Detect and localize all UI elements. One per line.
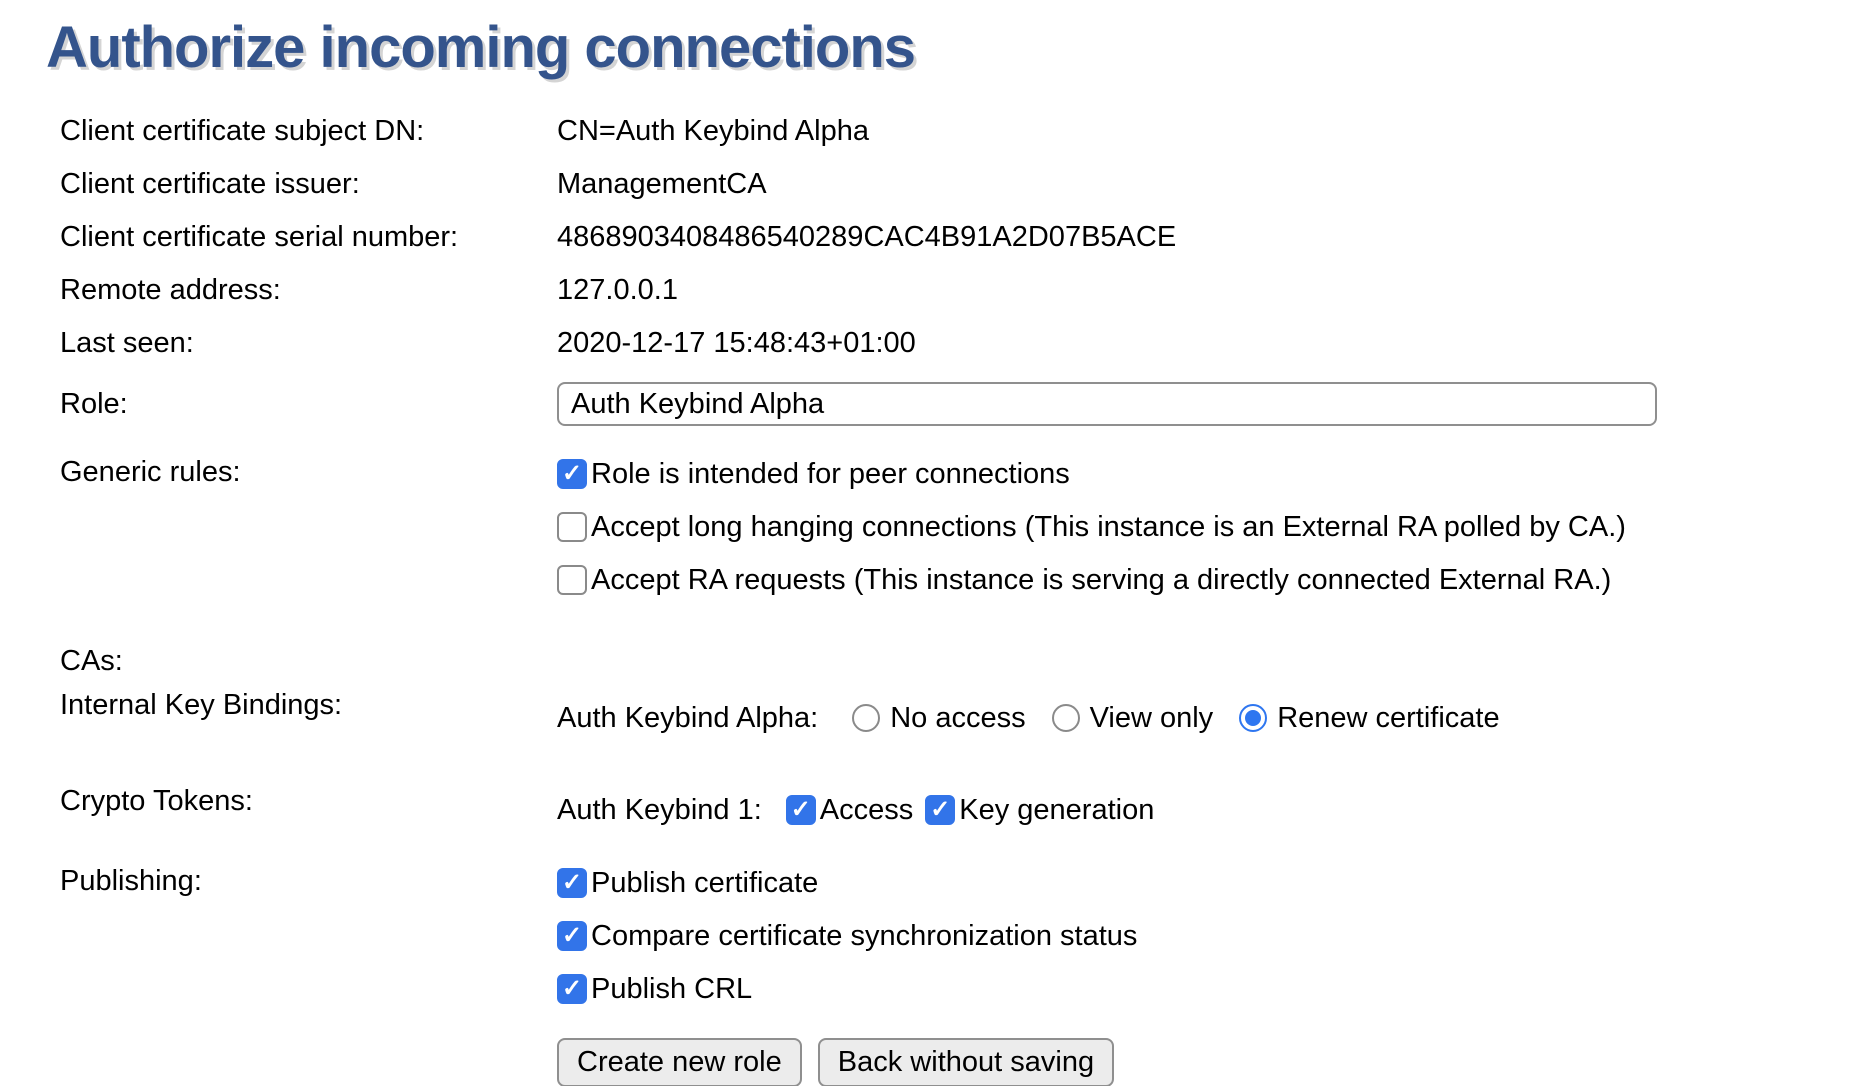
crypto-token-option: Key generation <box>925 792 1154 828</box>
label-cas: CAs: <box>60 639 557 683</box>
key-binding-name: Auth Keybind Alpha: <box>557 702 818 735</box>
publishing-option: Compare certificate synchronization stat… <box>557 918 1868 954</box>
value-client-cert-subject-dn: CN=Auth Keybind Alpha <box>557 105 1868 158</box>
value-last-seen: 2020-12-17 15:48:43+01:00 <box>557 317 1868 370</box>
label-last-seen: Last seen: <box>60 317 557 370</box>
checkbox-key-generation[interactable] <box>925 795 955 825</box>
generic-rule-option: Accept RA requests (This instance is ser… <box>557 562 1868 598</box>
info-row-last-seen: Last seen: 2020-12-17 15:48:43+01:00 <box>60 317 1868 370</box>
publishing-row: Publishing: Publish certificate Compare … <box>60 865 1868 1024</box>
checkbox-long-hanging-connections[interactable] <box>557 512 587 542</box>
radio-view-only[interactable] <box>1052 704 1080 732</box>
checkbox-label: Key generation <box>959 794 1154 827</box>
publishing-option: Publish CRL <box>557 971 1868 1007</box>
info-row-issuer: Client certificate issuer: ManagementCA <box>60 158 1868 211</box>
crypto-token-name: Auth Keybind 1: <box>557 794 762 827</box>
role-row: Role: <box>60 374 1868 434</box>
radio-renew-certificate[interactable] <box>1239 704 1267 732</box>
radio-option-renew-certificate[interactable]: Renew certificate <box>1239 702 1499 735</box>
label-remote-address: Remote address: <box>60 264 557 317</box>
generic-rule-option: Role is intended for peer connections <box>557 456 1868 492</box>
generic-rules-options: Role is intended for peer connections Ac… <box>557 456 1868 615</box>
radio-label: Renew certificate <box>1277 702 1499 735</box>
value-client-cert-issuer: ManagementCA <box>557 158 1868 211</box>
radio-option-view-only[interactable]: View only <box>1052 702 1214 735</box>
checkbox-label: Role is intended for peer connections <box>591 458 1070 491</box>
checkbox-label: Compare certificate synchronization stat… <box>591 920 1137 953</box>
crypto-token-option: Access <box>786 792 913 828</box>
label-generic-rules: Generic rules: <box>60 456 557 489</box>
checkbox-label: Publish certificate <box>591 867 818 900</box>
value-client-cert-serial: 4868903408486540289CAC4B91A2D07B5ACE <box>557 211 1868 264</box>
back-without-saving-button[interactable]: Back without saving <box>818 1038 1114 1086</box>
label-publishing: Publishing: <box>60 865 557 898</box>
checkbox-compare-cert-sync-status[interactable] <box>557 921 587 951</box>
checkbox-label: Accept long hanging connections (This in… <box>591 511 1626 544</box>
label-internal-key-bindings: Internal Key Bindings: <box>60 689 557 722</box>
role-input[interactable] <box>557 382 1657 426</box>
info-row-remote-address: Remote address: 127.0.0.1 <box>60 264 1868 317</box>
publishing-options: Publish certificate Compare certificate … <box>557 865 1868 1024</box>
checkbox-label: Accept RA requests (This instance is ser… <box>591 564 1611 597</box>
label-role: Role: <box>60 388 557 421</box>
checkbox-label: Access <box>820 794 913 827</box>
label-client-cert-issuer: Client certificate issuer: <box>60 158 557 211</box>
info-row-subject-dn: Client certificate subject DN: CN=Auth K… <box>60 105 1868 158</box>
page-title: Authorize incoming connections <box>46 14 1868 81</box>
radio-no-access[interactable] <box>852 704 880 732</box>
label-client-cert-subject-dn: Client certificate subject DN: <box>60 105 557 158</box>
label-client-cert-serial: Client certificate serial number: <box>60 211 557 264</box>
authorization-form: Client certificate subject DN: CN=Auth K… <box>60 105 1868 1086</box>
radio-option-no-access[interactable]: No access <box>852 702 1025 735</box>
checkbox-peer-connections[interactable] <box>557 459 587 489</box>
create-new-role-button[interactable]: Create new role <box>557 1038 802 1086</box>
crypto-tokens-row: Crypto Tokens: Auth Keybind 1: Access Ke… <box>60 785 1868 835</box>
generic-rules-row: Generic rules: Role is intended for peer… <box>60 456 1868 615</box>
radio-label: View only <box>1090 702 1214 735</box>
form-actions-row: Create new role Back without saving <box>60 1038 1868 1086</box>
internal-key-binding-item: Auth Keybind Alpha: No access View only … <box>557 689 1868 747</box>
publishing-option: Publish certificate <box>557 865 1868 901</box>
checkbox-accept-ra-requests[interactable] <box>557 565 587 595</box>
form-buttons: Create new role Back without saving <box>557 1038 1868 1086</box>
internal-key-bindings-row: Internal Key Bindings: Auth Keybind Alph… <box>60 689 1868 747</box>
value-remote-address: 127.0.0.1 <box>557 264 1868 317</box>
crypto-token-item: Auth Keybind 1: Access Key generation <box>557 785 1868 835</box>
info-row-serial-number: Client certificate serial number: 486890… <box>60 211 1868 264</box>
checkbox-publish-certificate[interactable] <box>557 868 587 898</box>
checkbox-publish-crl[interactable] <box>557 974 587 1004</box>
label-crypto-tokens: Crypto Tokens: <box>60 785 557 818</box>
cas-row: CAs: <box>60 639 1868 683</box>
generic-rule-option: Accept long hanging connections (This in… <box>557 509 1868 545</box>
checkbox-access[interactable] <box>786 795 816 825</box>
radio-label: No access <box>890 702 1025 735</box>
checkbox-label: Publish CRL <box>591 973 752 1006</box>
authorize-incoming-connections-page: Authorize incoming connections Client ce… <box>0 0 1868 1086</box>
